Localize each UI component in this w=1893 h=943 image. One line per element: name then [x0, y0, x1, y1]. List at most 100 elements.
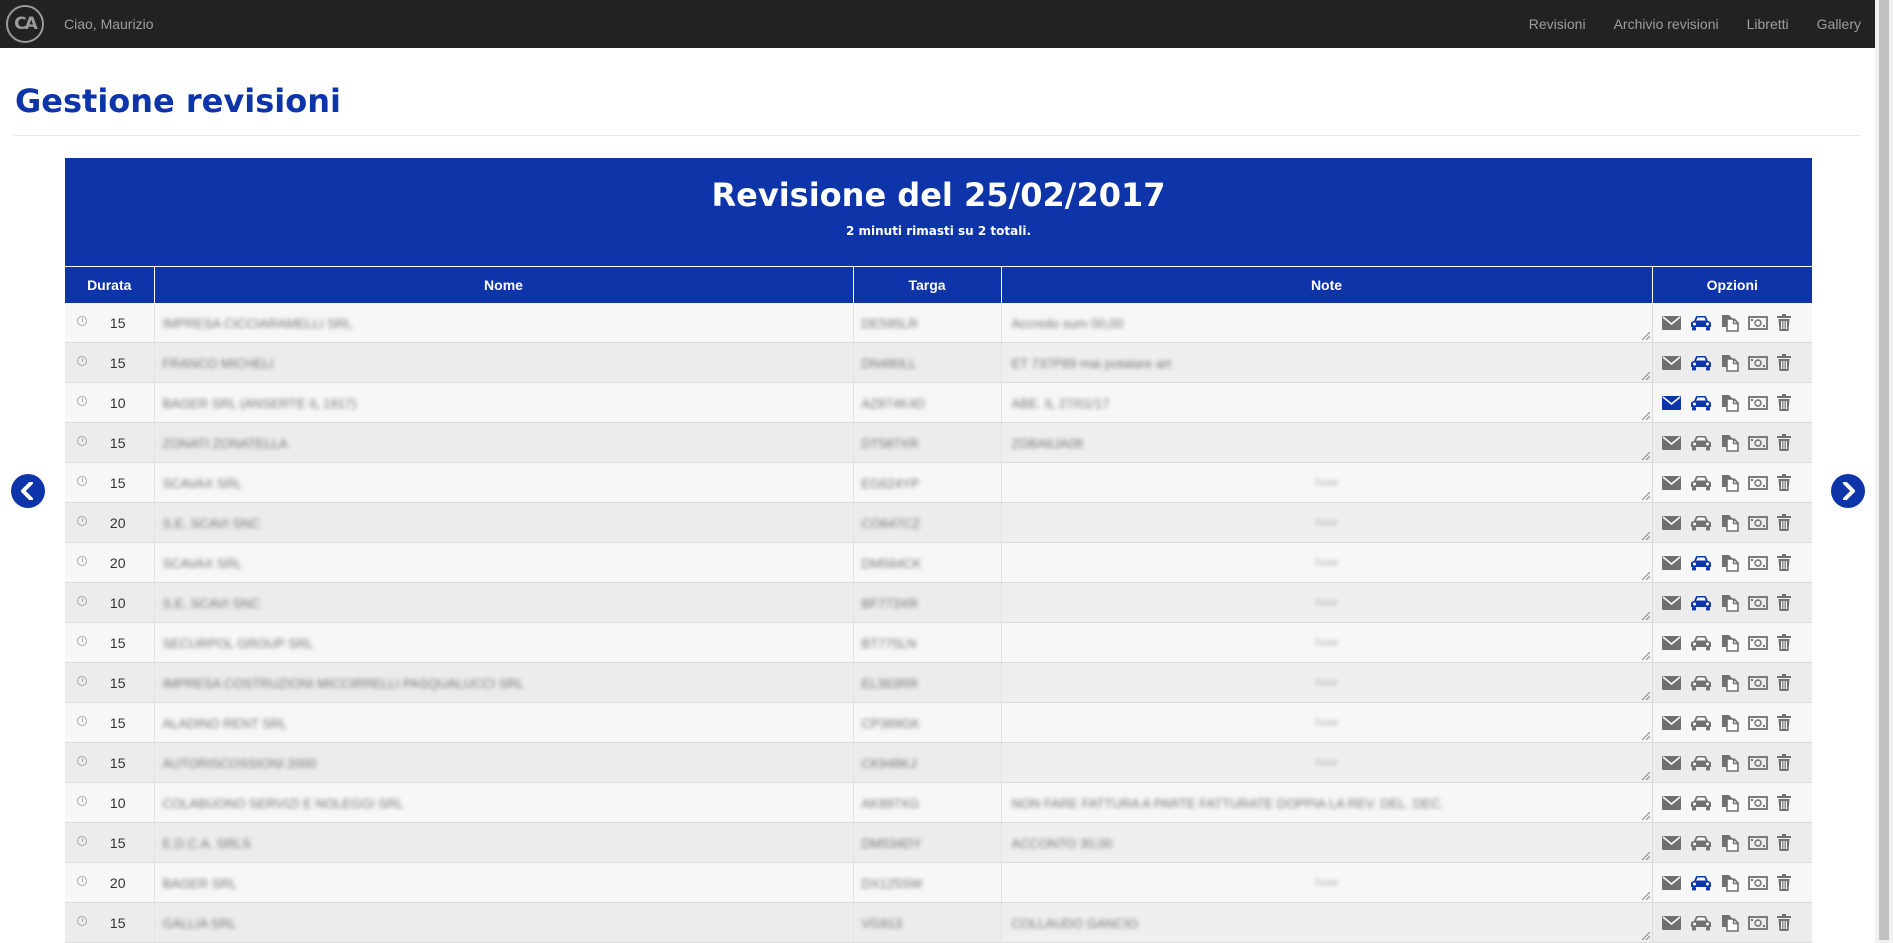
car-icon[interactable] [1690, 595, 1712, 611]
car-icon[interactable] [1690, 315, 1712, 331]
car-icon[interactable] [1690, 475, 1712, 491]
copy-icon[interactable] [1721, 594, 1739, 612]
envelope-icon[interactable] [1661, 795, 1681, 810]
trash-icon[interactable] [1776, 594, 1791, 612]
trash-icon[interactable] [1776, 394, 1791, 412]
trash-icon[interactable] [1776, 554, 1791, 572]
copy-icon[interactable] [1721, 794, 1739, 812]
note-textarea[interactable]: Note [1000, 542, 1653, 583]
money-icon[interactable] [1747, 915, 1768, 930]
trash-icon[interactable] [1776, 474, 1791, 492]
envelope-icon[interactable] [1661, 475, 1681, 490]
money-icon[interactable] [1747, 315, 1768, 330]
car-icon[interactable] [1690, 715, 1712, 731]
resize-handle-icon[interactable] [1641, 412, 1650, 420]
resize-handle-icon[interactable] [1641, 852, 1650, 860]
note-textarea[interactable]: ET 737P89 mai potatare art [1000, 342, 1653, 383]
copy-icon[interactable] [1721, 874, 1739, 892]
scrollbar-thumb[interactable] [1879, 0, 1889, 940]
note-textarea[interactable]: Accredo sum 00,00 [1000, 303, 1653, 343]
resize-handle-icon[interactable] [1641, 612, 1650, 620]
car-icon[interactable] [1690, 755, 1712, 771]
money-icon[interactable] [1747, 715, 1768, 730]
envelope-icon[interactable] [1661, 715, 1681, 730]
nav-link-gallery[interactable]: Gallery [1803, 16, 1863, 32]
envelope-icon[interactable] [1661, 755, 1681, 770]
previous-button[interactable] [11, 474, 45, 508]
nav-link-libretti[interactable]: Libretti [1733, 16, 1803, 32]
trash-icon[interactable] [1776, 794, 1791, 812]
car-icon[interactable] [1690, 915, 1712, 931]
copy-icon[interactable] [1721, 914, 1739, 932]
trash-icon[interactable] [1776, 314, 1791, 332]
car-icon[interactable] [1690, 795, 1712, 811]
resize-handle-icon[interactable] [1641, 372, 1650, 380]
car-icon[interactable] [1690, 395, 1712, 411]
envelope-icon[interactable] [1661, 515, 1681, 530]
resize-handle-icon[interactable] [1641, 812, 1650, 820]
note-textarea[interactable]: COLLAUDO GANCIO [1000, 902, 1653, 943]
resize-handle-icon[interactable] [1641, 452, 1650, 460]
copy-icon[interactable] [1721, 394, 1739, 412]
money-icon[interactable] [1747, 395, 1768, 410]
envelope-icon[interactable] [1661, 635, 1681, 650]
scrollbar[interactable] [1875, 0, 1893, 943]
trash-icon[interactable] [1776, 714, 1791, 732]
money-icon[interactable] [1747, 355, 1768, 370]
copy-icon[interactable] [1721, 474, 1739, 492]
money-icon[interactable] [1747, 795, 1768, 810]
car-icon[interactable] [1690, 675, 1712, 691]
nav-link-revisioni[interactable]: Revisioni [1515, 16, 1600, 32]
money-icon[interactable] [1747, 435, 1768, 450]
copy-icon[interactable] [1721, 754, 1739, 772]
copy-icon[interactable] [1721, 674, 1739, 692]
logo[interactable]: CA [6, 5, 44, 43]
money-icon[interactable] [1747, 755, 1768, 770]
note-textarea[interactable]: Note [1000, 502, 1653, 543]
envelope-icon[interactable] [1661, 875, 1681, 890]
envelope-icon[interactable] [1661, 355, 1681, 370]
copy-icon[interactable] [1721, 634, 1739, 652]
note-textarea[interactable]: ABE. IL 27/01/17 [1000, 382, 1653, 423]
note-textarea[interactable]: Note [1000, 462, 1653, 503]
envelope-icon[interactable] [1661, 915, 1681, 930]
car-icon[interactable] [1690, 355, 1712, 371]
envelope-icon[interactable] [1661, 395, 1681, 410]
copy-icon[interactable] [1721, 354, 1739, 372]
trash-icon[interactable] [1776, 514, 1791, 532]
envelope-icon[interactable] [1661, 835, 1681, 850]
envelope-icon[interactable] [1661, 315, 1681, 330]
resize-handle-icon[interactable] [1641, 732, 1650, 740]
money-icon[interactable] [1747, 475, 1768, 490]
next-button[interactable] [1831, 474, 1865, 508]
envelope-icon[interactable] [1661, 555, 1681, 570]
resize-handle-icon[interactable] [1641, 572, 1650, 580]
copy-icon[interactable] [1721, 514, 1739, 532]
trash-icon[interactable] [1776, 874, 1791, 892]
money-icon[interactable] [1747, 635, 1768, 650]
car-icon[interactable] [1690, 635, 1712, 651]
money-icon[interactable] [1747, 515, 1768, 530]
trash-icon[interactable] [1776, 634, 1791, 652]
note-textarea[interactable]: Note [1000, 662, 1653, 703]
copy-icon[interactable] [1721, 554, 1739, 572]
money-icon[interactable] [1747, 675, 1768, 690]
note-textarea[interactable]: ACCONTO 30,00 [1000, 822, 1653, 863]
resize-handle-icon[interactable] [1641, 652, 1650, 660]
car-icon[interactable] [1690, 835, 1712, 851]
resize-handle-icon[interactable] [1641, 772, 1650, 780]
car-icon[interactable] [1690, 875, 1712, 891]
copy-icon[interactable] [1721, 714, 1739, 732]
note-textarea[interactable]: ZDBA6JA08 [1000, 422, 1653, 463]
nav-link-archivio-revisioni[interactable]: Archivio revisioni [1600, 16, 1733, 32]
money-icon[interactable] [1747, 595, 1768, 610]
trash-icon[interactable] [1776, 674, 1791, 692]
copy-icon[interactable] [1721, 834, 1739, 852]
car-icon[interactable] [1690, 515, 1712, 531]
resize-handle-icon[interactable] [1641, 692, 1650, 700]
note-textarea[interactable]: Note [1000, 622, 1653, 663]
resize-handle-icon[interactable] [1641, 892, 1650, 900]
note-textarea[interactable]: Note [1000, 862, 1653, 903]
resize-handle-icon[interactable] [1641, 332, 1650, 340]
trash-icon[interactable] [1776, 434, 1791, 452]
